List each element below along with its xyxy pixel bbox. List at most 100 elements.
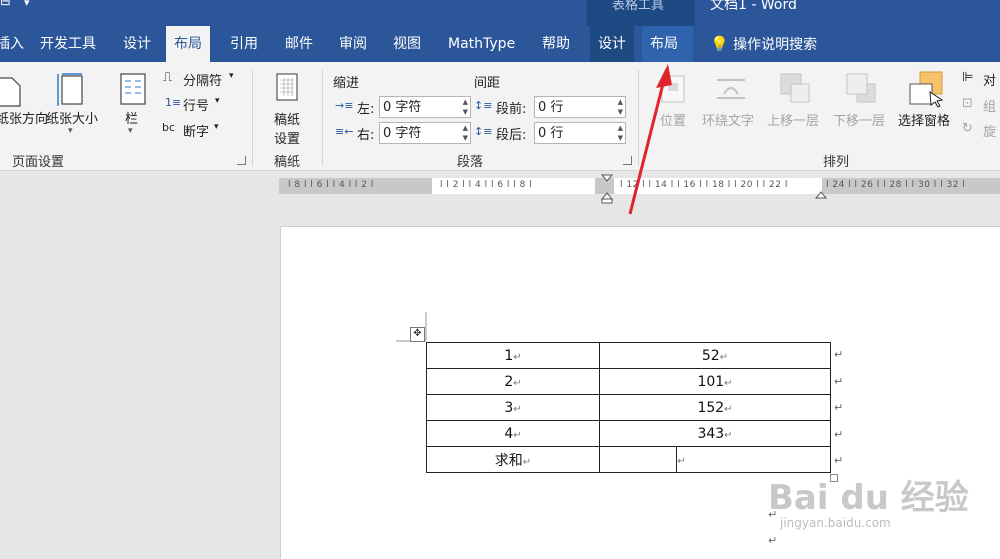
columns-icon [120,73,146,105]
selection-pane-icon [909,71,944,108]
tab-view[interactable]: 视图 [385,26,429,62]
annotation-arrow-icon [628,64,672,215]
tab-developer[interactable]: 开发工具 [32,26,104,62]
space-after-icon: ↕≡ [474,125,493,138]
columns-label: 栏 [125,112,139,127]
paper-size-icon [57,73,83,106]
table-row: 1↵ 52↵ [426,342,831,369]
line-numbers-label: 行号 [183,99,210,114]
ruler-far-ticks: l 24 l l 26 l l 28 l l 30 l l 32 l [826,180,966,190]
row-end-mark: ↵ [834,454,844,467]
align-label: 对 [983,74,997,89]
baidu-watermark-url: jingyan.baidu.com [780,516,891,530]
arrange-group-label: 排列 [823,155,850,170]
group-separator [322,70,323,166]
orientation-icon [0,77,21,107]
group-label: 组 [983,100,997,115]
indent-left-icon: →≡ [335,99,354,112]
manuscript-icon [276,73,298,101]
tab-table-layout[interactable]: 布局 [642,26,693,62]
breaks-dropdown-icon: ▾ [229,71,234,81]
paper-size-dropdown-icon: ▾ [68,126,73,136]
indent-right-input[interactable]: 0 字符 ▲ ▼ [379,122,471,144]
save-icon[interactable]: ⊟ [0,0,11,9]
table-cell[interactable] [598,446,678,473]
indent-left-input[interactable]: 0 字符 ▲ ▼ [379,96,471,118]
table-row: 求和↵ ↵ [426,446,831,473]
space-after-input[interactable]: 0 行 ▲ ▼ [534,122,626,144]
row-end-mark: ↵ [834,428,844,441]
table-cell[interactable]: 101↵ [599,368,831,395]
page-setup-launcher-icon[interactable] [237,156,246,165]
send-backward-label: 下移一层 [833,114,886,129]
ribbon-tab-row: 插入 开发工具 设计 布局 引用 邮件 审阅 视图 MathType 帮助 设计… [0,26,1000,62]
table-cell[interactable]: 2↵ [426,368,600,395]
right-indent-marker-icon[interactable] [815,190,827,200]
tab-layout[interactable]: 布局 [166,26,210,62]
manuscript-group-label: 稿纸 [274,155,301,170]
hyphenation-dropdown-icon: ▾ [214,122,219,132]
table-cell[interactable]: 4↵ [426,420,600,447]
group-separator [252,70,253,166]
tab-design[interactable]: 设计 [115,26,159,62]
space-after-value: 0 行 [538,126,564,141]
spin-arrows-icon[interactable]: ▲ ▼ [463,97,468,117]
document-title: 文档1 - Word [710,0,797,13]
indent-header: 缩进 [333,76,360,91]
baidu-watermark-logo: Bai du 经验 [768,478,969,518]
spin-arrows-icon[interactable]: ▲ ▼ [463,123,468,143]
hyphenation-icon: bc [162,121,176,134]
wrap-text-label: 环绕文字 [702,114,755,129]
rotate-icon: ↻ [962,121,973,136]
rotate-label: 旋 [983,125,997,140]
ruler-mid-ticks: l l 2 l l 4 l l 6 l l 8 l [440,180,533,190]
tab-mailings[interactable]: 邮件 [277,26,321,62]
space-before-label: 段前: [496,102,527,117]
wrap-text-icon [717,79,745,99]
data-table[interactable]: 1↵ 52↵ 2↵ 101↵ 3↵ 152↵ 4↵ 343↵ 求和↵ ↵ [426,342,831,473]
indent-right-icon: ≡← [335,125,354,138]
tab-table-design[interactable]: 设计 [590,26,634,62]
indent-right-value: 0 字符 [383,126,422,141]
line-numbers-dropdown-icon: ▾ [215,96,220,106]
ruler-left-ticks: l 8 l l 6 l l 4 l l 2 l [288,180,374,190]
tab-insert[interactable]: 插入 [0,26,32,62]
paragraph-mark: ↵ [768,534,778,547]
table-cell[interactable]: 3↵ [426,394,600,421]
tab-help[interactable]: 帮助 [534,26,578,62]
row-end-mark: ↵ [834,348,844,361]
table-cell[interactable]: ↵ [676,446,831,473]
spacing-header: 间距 [474,76,501,91]
table-cell[interactable]: 1↵ [426,342,600,369]
tell-me-label: 操作说明搜索 [733,37,818,53]
table-cell[interactable]: 52↵ [599,342,831,369]
space-after-label: 段后: [496,128,527,143]
breaks-label: 分隔符 [183,74,223,89]
row-end-mark: ↵ [834,401,844,414]
table-row: 3↵ 152↵ [426,394,831,421]
tab-references[interactable]: 引用 [222,26,266,62]
breaks-icon: ⎍ [163,70,173,85]
tell-me-search[interactable]: 💡 操作说明搜索 [702,26,825,62]
line-numbers-icon: 1≡ [165,96,182,109]
customize-qat-icon[interactable]: ▾ [24,0,30,9]
group-icon: ⊡ [962,96,973,111]
table-row: 2↵ 101↵ [426,368,831,395]
hyphenation-label: 断字 [183,125,210,140]
row-end-mark: ↵ [834,375,844,388]
paragraph-group-label: 段落 [457,155,484,170]
columns-dropdown-icon: ▾ [128,126,133,136]
page-setup-group-label: 页面设置 [12,155,65,170]
tab-mathtype[interactable]: MathType [440,26,523,62]
table-cell[interactable]: 152↵ [599,394,831,421]
bring-forward-icon [780,73,810,103]
paper-size-label: 纸张大小 [46,112,99,127]
space-before-value: 0 行 [538,100,564,115]
table-move-handle-icon[interactable]: ✥ [410,327,425,342]
table-cell[interactable]: 求和↵ [426,446,600,473]
indent-marker-icon[interactable] [600,173,614,205]
table-cell[interactable]: 343↵ [599,420,831,447]
space-before-input[interactable]: 0 行 ▲ ▼ [534,96,626,118]
send-backward-icon [846,73,876,103]
tab-review[interactable]: 审阅 [331,26,375,62]
